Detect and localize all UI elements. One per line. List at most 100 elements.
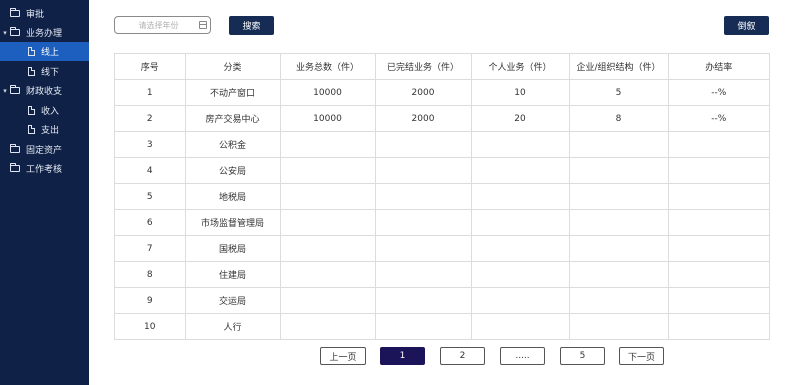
folder-icon (10, 144, 20, 153)
cell-index: 8 (115, 261, 186, 288)
table-row: 5 地税局 (115, 183, 769, 210)
sidebar-item-expense[interactable]: 支出 (0, 120, 89, 139)
table-row: 10 人行 (115, 313, 769, 340)
cell-enterprise (568, 235, 669, 262)
cell-personal (470, 313, 570, 340)
cell-enterprise (568, 183, 669, 210)
cell-enterprise (568, 157, 669, 184)
cell-completed (374, 287, 472, 314)
cell-enterprise (568, 209, 669, 236)
header-category: 分类 (184, 54, 281, 80)
cell-total (279, 261, 376, 288)
cell-category: 公安局 (184, 157, 281, 184)
table-row: 7 国税局 (115, 235, 769, 262)
cell-total (279, 183, 376, 210)
cell-completed (374, 235, 472, 262)
cell-index: 10 (115, 313, 186, 340)
data-table: 序号 分类 业务总数（件） 已完结业务（件） 个人业务（件） 企业/组织结构（件… (114, 53, 770, 340)
sidebar-item-online[interactable]: 线上 (0, 42, 89, 61)
chevron-down-icon[interactable]: ▾ (0, 87, 10, 95)
table-row: 2 房产交易中心 10000 2000 20 8 --% (115, 105, 769, 132)
cell-index: 6 (115, 209, 186, 236)
cell-total (279, 287, 376, 314)
page-ellipsis-button[interactable]: ..... (500, 347, 545, 365)
cell-enterprise: 8 (568, 105, 669, 132)
cell-total (279, 157, 376, 184)
table-row: 6 市场监督管理局 (115, 209, 769, 236)
cell-category: 地税局 (184, 183, 281, 210)
year-picker-input[interactable] (114, 16, 211, 34)
cell-category: 房产交易中心 (184, 105, 281, 132)
folder-icon (10, 8, 20, 17)
cell-total (279, 209, 376, 236)
cell-personal (470, 131, 570, 158)
cell-index: 3 (115, 131, 186, 158)
cell-category: 住建局 (184, 261, 281, 288)
page-button-2[interactable]: 2 (440, 347, 485, 365)
cell-total: 10000 (279, 79, 376, 106)
file-icon (28, 106, 35, 115)
search-button[interactable]: 搜索 (229, 16, 274, 35)
next-page-button[interactable]: 下一页 (619, 347, 664, 365)
cell-completed (374, 183, 472, 210)
cell-total (279, 313, 376, 340)
cell-index: 4 (115, 157, 186, 184)
table-row: 9 交运局 (115, 287, 769, 314)
sidebar-item-assessment[interactable]: 工作考核 (0, 159, 89, 178)
header-completed: 已完结业务（件） (374, 54, 472, 80)
cell-category: 交运局 (184, 287, 281, 314)
sidebar-item-label: 线上 (41, 48, 60, 58)
sidebar-item-approval[interactable]: 审批 (0, 4, 89, 23)
app-root: 审批 ▾ 业务办理 线上 线下 ▾ 财政收支 收入 支出 固定资产 工作考核 请… (0, 0, 803, 385)
page-button-1[interactable]: 1 (380, 347, 425, 365)
sidebar-item-fixed-assets[interactable]: 固定资产 (0, 140, 89, 159)
cell-personal (470, 157, 570, 184)
reverse-order-button[interactable]: 倒叙 (724, 16, 769, 35)
folder-icon (10, 27, 20, 36)
cell-personal: 20 (470, 105, 570, 132)
cell-total (279, 235, 376, 262)
folder-icon (10, 163, 20, 172)
sidebar-item-label: 业务办理 (26, 29, 63, 39)
sidebar-item-offline[interactable]: 线下 (0, 62, 89, 81)
cell-completed (374, 209, 472, 236)
cell-index: 2 (115, 105, 186, 132)
table-row: 8 住建局 (115, 261, 769, 288)
cell-completion-rate (667, 209, 769, 236)
header-completion-rate: 办结率 (667, 54, 769, 80)
cell-index: 9 (115, 287, 186, 314)
cell-completion-rate (667, 261, 769, 288)
page-button-5[interactable]: 5 (560, 347, 605, 365)
sidebar-item-business[interactable]: ▾ 业务办理 (0, 23, 89, 42)
table-row: 3 公积金 (115, 131, 769, 158)
sidebar-item-income[interactable]: 收入 (0, 101, 89, 120)
sidebar-item-label: 财政收支 (26, 87, 63, 97)
file-icon (28, 47, 35, 56)
header-total: 业务总数（件） (279, 54, 376, 80)
sidebar-item-label: 工作考核 (26, 165, 63, 175)
cell-category: 不动产窗口 (184, 79, 281, 106)
cell-completion-rate (667, 131, 769, 158)
table-row: 1 不动产窗口 10000 2000 10 5 --% (115, 79, 769, 106)
cell-completion-rate: --% (667, 79, 769, 106)
cell-personal (470, 209, 570, 236)
sidebar-item-label: 固定资产 (26, 146, 63, 156)
cell-enterprise (568, 287, 669, 314)
cell-total (279, 131, 376, 158)
header-enterprise: 企业/组织结构（件） (568, 54, 669, 80)
cell-category: 国税局 (184, 235, 281, 262)
table-header-row: 序号 分类 业务总数（件） 已完结业务（件） 个人业务（件） 企业/组织结构（件… (115, 54, 769, 80)
cell-category: 公积金 (184, 131, 281, 158)
cell-enterprise (568, 313, 669, 340)
chevron-down-icon[interactable]: ▾ (0, 29, 10, 37)
cell-personal (470, 183, 570, 210)
cell-enterprise (568, 261, 669, 288)
cell-completion-rate (667, 313, 769, 340)
calendar-icon[interactable] (199, 21, 207, 29)
cell-index: 5 (115, 183, 186, 210)
prev-page-button[interactable]: 上一页 (320, 347, 366, 365)
cell-index: 1 (115, 79, 186, 106)
cell-completion-rate: --% (667, 105, 769, 132)
sidebar-item-finance[interactable]: ▾ 财政收支 (0, 81, 89, 100)
cell-completed (374, 313, 472, 340)
